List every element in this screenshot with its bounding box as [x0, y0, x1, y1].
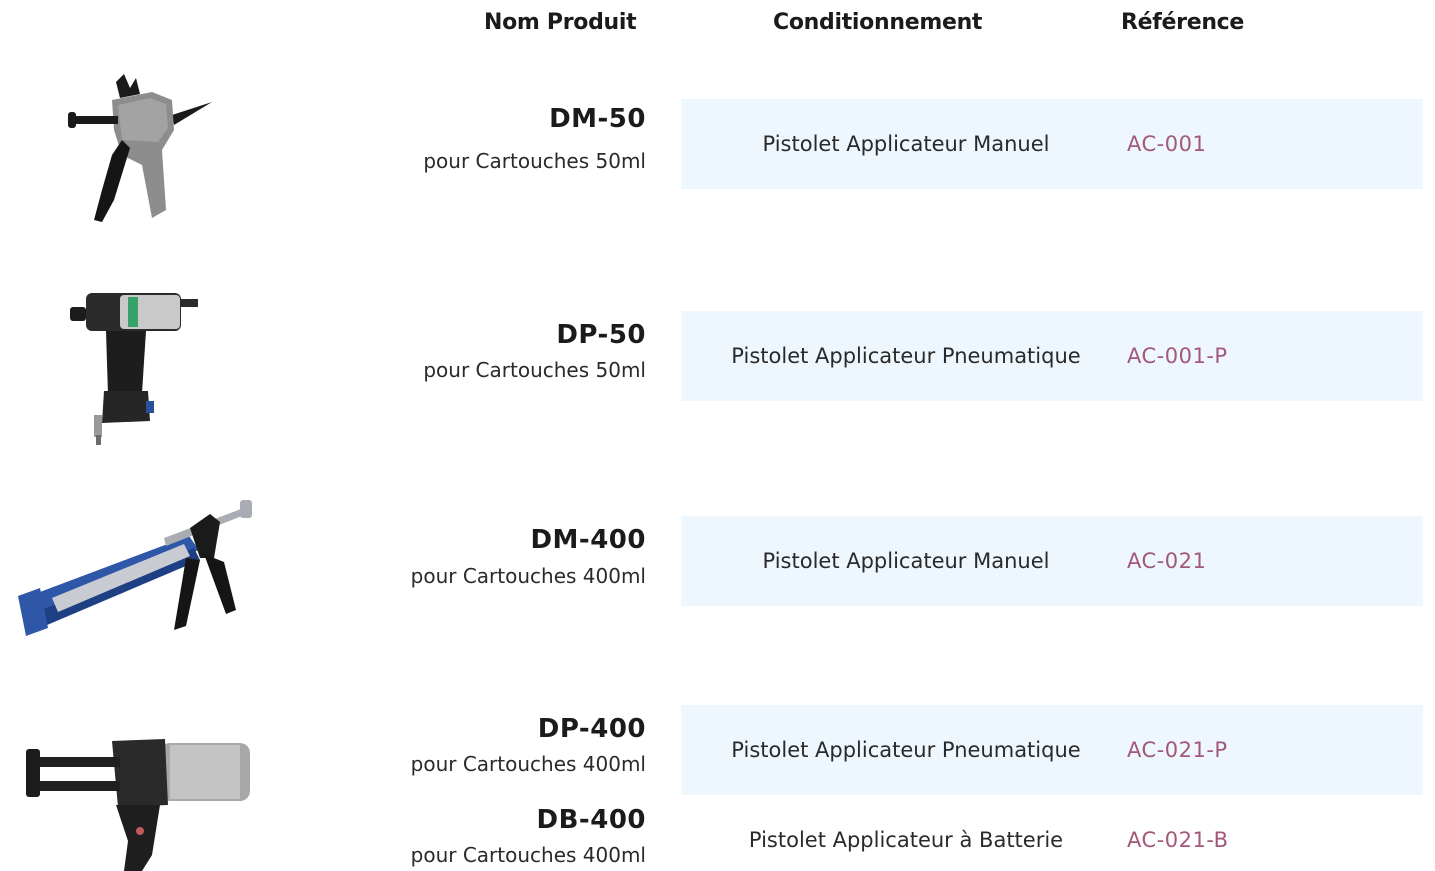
header-reference: Référence: [1121, 10, 1245, 35]
reference-db-400: AC-021-B: [1127, 828, 1229, 852]
product-subtitle-dm-400: pour Cartouches 400ml: [410, 564, 646, 588]
reference-dp-400: AC-021-P: [1127, 738, 1228, 762]
packaging-dp-50: Pistolet Applicateur Pneumatique: [731, 344, 1081, 368]
header-product-name: Nom Produit: [484, 10, 637, 35]
pneumatic-gun-50ml-image: [70, 293, 198, 445]
manual-gun-400ml-image: [18, 500, 252, 636]
product-subtitle-dm-50: pour Cartouches 50ml: [423, 149, 646, 173]
product-name-dp-50: DP-50: [556, 320, 646, 350]
packaging-dm-50: Pistolet Applicateur Manuel: [762, 132, 1050, 156]
packaging-dp-400: Pistolet Applicateur Pneumatique: [731, 738, 1081, 762]
product-name-dm-400: DM-400: [530, 525, 646, 555]
product-subtitle-db-400: pour Cartouches 400ml: [410, 843, 646, 867]
reference-dm-400: AC-021: [1127, 549, 1207, 573]
packaging-dm-400: Pistolet Applicateur Manuel: [762, 549, 1050, 573]
header-packaging: Conditionnement: [773, 10, 983, 35]
reference-dp-50: AC-001-P: [1127, 344, 1228, 368]
product-name-db-400: DB-400: [536, 805, 646, 835]
manual-gun-50ml-image: [68, 74, 212, 222]
packaging-db-400: Pistolet Applicateur à Batterie: [748, 828, 1064, 852]
product-name-dm-50: DM-50: [549, 104, 646, 134]
product-subtitle-dp-50: pour Cartouches 50ml: [423, 358, 646, 382]
product-subtitle-dp-400: pour Cartouches 400ml: [410, 752, 646, 776]
product-name-dp-400: DP-400: [537, 714, 646, 744]
reference-dm-50: AC-001: [1127, 132, 1207, 156]
pneumatic-gun-400ml-image: [26, 739, 250, 871]
